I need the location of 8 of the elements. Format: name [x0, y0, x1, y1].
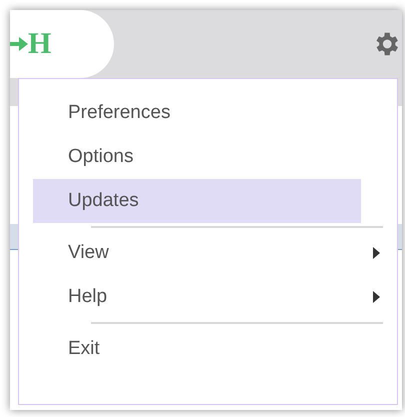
menu-item[interactable]: Options	[33, 135, 361, 179]
logo-letter: H	[28, 29, 52, 59]
menu-item[interactable]: Preferences	[33, 91, 361, 135]
menu-item[interactable]: Help	[33, 275, 361, 319]
menu-item[interactable]: Exit	[33, 327, 361, 371]
menu-item[interactable]: View	[33, 231, 361, 275]
menu-item[interactable]: Updates	[33, 179, 361, 223]
arrow-icon	[10, 36, 28, 52]
